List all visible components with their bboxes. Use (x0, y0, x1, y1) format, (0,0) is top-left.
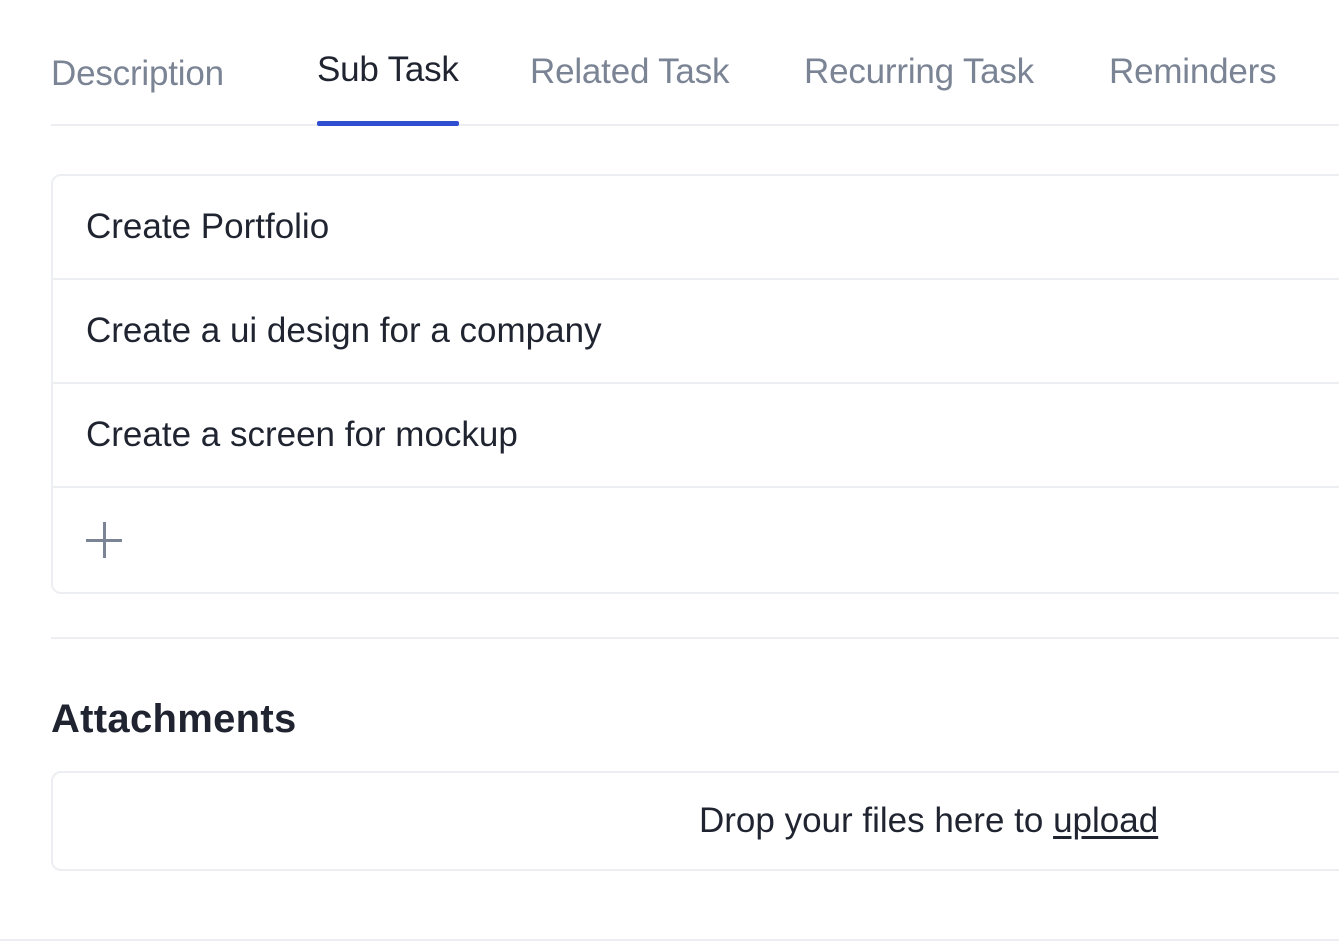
tab-recurring-task[interactable]: Recurring Task (804, 52, 1034, 126)
task-detail-panel: Description Sub Task Related Task Recurr… (0, 0, 1339, 941)
file-dropzone[interactable]: Drop your files here to upload (51, 771, 1339, 871)
tab-related-task[interactable]: Related Task (530, 52, 729, 126)
subtask-item[interactable]: Create a ui design for a company (53, 280, 1339, 384)
dropzone-text: Drop your files here to (699, 801, 1054, 840)
add-subtask-button[interactable] (53, 488, 1339, 592)
tab-reminders[interactable]: Reminders (1109, 52, 1277, 126)
subtask-item[interactable]: Create a screen for mockup (53, 384, 1339, 488)
section-divider (51, 637, 1339, 639)
dropzone-label: Drop your files here to upload (699, 801, 1158, 841)
attachments-title: Attachments (51, 697, 297, 741)
subtask-list: Create Portfolio Create a ui design for … (51, 174, 1339, 594)
plus-icon (86, 522, 122, 558)
tab-description[interactable]: Description (51, 54, 224, 128)
tab-bar: Description Sub Task Related Task Recurr… (51, 0, 1339, 126)
tab-sub-task[interactable]: Sub Task (317, 50, 459, 126)
subtask-item[interactable]: Create Portfolio (53, 176, 1339, 280)
upload-link[interactable]: upload (1053, 801, 1158, 840)
